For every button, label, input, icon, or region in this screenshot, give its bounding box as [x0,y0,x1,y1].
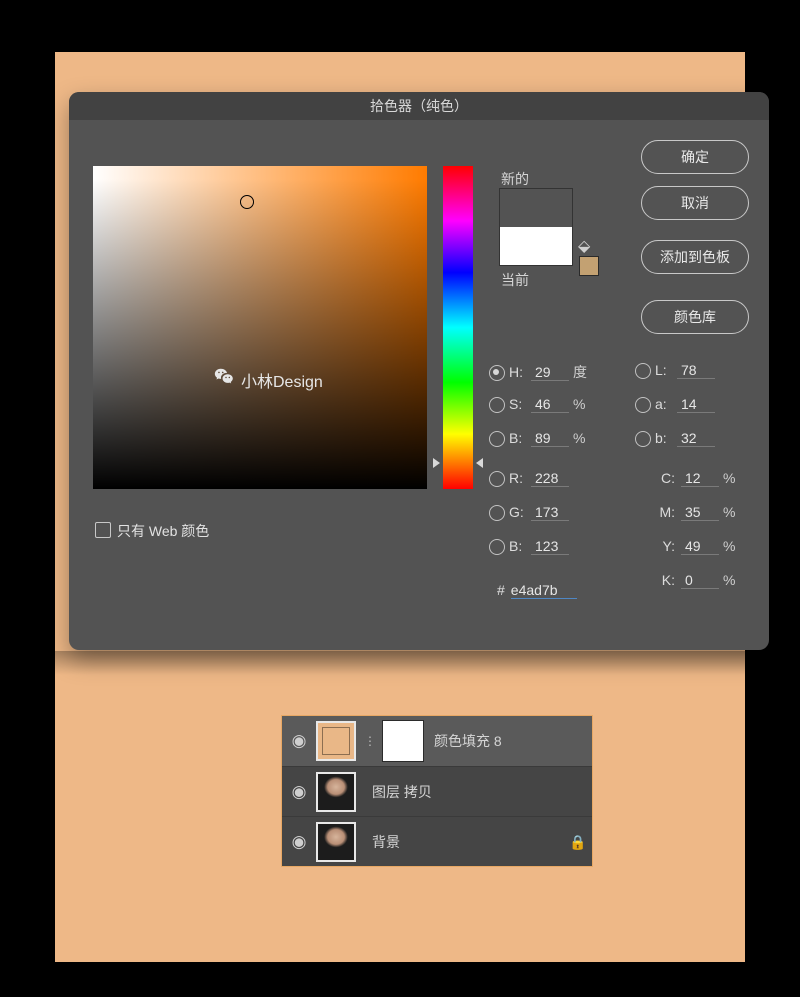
radio-g[interactable] [489,505,505,521]
wechat-icon [213,366,235,393]
label-c: C: [653,470,675,486]
current-color-swatch[interactable] [500,227,572,265]
hue-strip[interactable] [443,166,473,489]
color-lib-button[interactable]: 颜色库 [641,300,749,334]
new-color-swatch[interactable] [500,189,572,227]
radio-a[interactable] [635,397,651,413]
value-g[interactable]: 173 [531,504,569,521]
layer-thumb[interactable] [316,772,356,812]
radio-l[interactable] [635,363,651,379]
radio-h[interactable] [489,365,505,381]
label-g: G: [509,504,531,520]
layer-name[interactable]: 颜色填充 8 [434,731,592,751]
dialog-shadow [55,651,745,675]
value-y[interactable]: 49 [681,538,719,555]
unit-y: % [723,538,741,554]
label-k: K: [653,572,675,588]
add-swatch-button[interactable]: 添加到色板 [641,240,749,274]
hex-value[interactable]: e4ad7b [511,582,577,599]
layer-mask[interactable] [382,720,424,762]
web-only-checkbox[interactable] [95,522,111,538]
layers-panel: ◉ ⋮ 颜色填充 8 ◉ 图层 拷贝 ◉ 背景 🔒 [281,715,593,867]
label-r: R: [509,470,531,486]
value-b-lab[interactable]: 32 [677,430,715,447]
cube-icon[interactable]: ⬙ [578,236,590,256]
layer-row-fill[interactable]: ◉ ⋮ 颜色填充 8 [282,716,592,766]
visibility-icon[interactable]: ◉ [282,832,316,852]
hex-hash: # [497,582,505,598]
color-swatch [499,188,573,266]
value-r[interactable]: 228 [531,470,569,487]
label-l: L: [655,362,677,378]
unit-s: % [573,396,591,412]
link-icon[interactable]: ⋮ [362,734,378,748]
layer-thumb[interactable] [316,721,356,761]
radio-s[interactable] [489,397,505,413]
radio-b-hsb[interactable] [489,431,505,447]
unit-k: % [723,572,741,588]
radio-r[interactable] [489,471,505,487]
layer-thumb[interactable] [316,822,356,862]
new-color-label: 新的 [501,169,529,189]
watermark-text: 小林Design [241,368,323,392]
hue-slider[interactable] [443,166,473,489]
current-color-label: 当前 [501,270,529,290]
label-y: Y: [653,538,675,554]
visibility-icon[interactable]: ◉ [282,731,316,751]
label-a: a: [655,396,677,412]
value-l[interactable]: 78 [677,362,715,379]
value-m[interactable]: 35 [681,504,719,521]
dialog-title: 拾色器（纯色） [69,92,769,120]
radio-b-lab[interactable] [635,431,651,447]
value-a[interactable]: 14 [677,396,715,413]
unit-b-hsb: % [573,430,591,446]
label-b-rgb: B: [509,538,531,554]
label-m: M: [653,504,675,520]
cancel-button[interactable]: 取消 [641,186,749,220]
label-s: S: [509,396,531,412]
hue-pointer-left[interactable] [433,458,440,468]
unit-c: % [723,470,741,486]
hue-pointer-right[interactable] [476,458,483,468]
layer-name[interactable]: 图层 拷贝 [372,782,592,802]
unit-m: % [723,504,741,520]
watermark: 小林Design [213,366,323,393]
value-b-rgb[interactable]: 123 [531,538,569,555]
lock-icon[interactable]: 🔒 [564,834,592,851]
artboard: 拾色器（纯色） 小林Design 只有 Web 颜色 新的 当前 ⬙ [55,52,745,962]
layer-row-copy[interactable]: ◉ 图层 拷贝 [282,766,592,817]
label-b-lab: b: [655,430,677,446]
value-c[interactable]: 12 [681,470,719,487]
color-picker-dialog: 拾色器（纯色） 小林Design 只有 Web 颜色 新的 当前 ⬙ [69,92,769,650]
label-h: H: [509,364,531,380]
value-b-hsb[interactable]: 89 [531,430,569,447]
visibility-icon[interactable]: ◉ [282,782,316,802]
value-h[interactable]: 29 [531,364,569,381]
web-only-label: 只有 Web 颜色 [117,521,209,541]
unit-h: 度 [573,362,591,382]
gamut-swatch[interactable] [579,256,599,276]
radio-b-rgb[interactable] [489,539,505,555]
saturation-brightness-field[interactable]: 小林Design [93,166,427,489]
layer-name[interactable]: 背景 [372,832,564,852]
value-s[interactable]: 46 [531,396,569,413]
sb-picker-cursor[interactable] [240,195,254,209]
label-b-hsb: B: [509,430,531,446]
ok-button[interactable]: 确定 [641,140,749,174]
value-k[interactable]: 0 [681,572,719,589]
layer-row-bg[interactable]: ◉ 背景 🔒 [282,816,592,867]
